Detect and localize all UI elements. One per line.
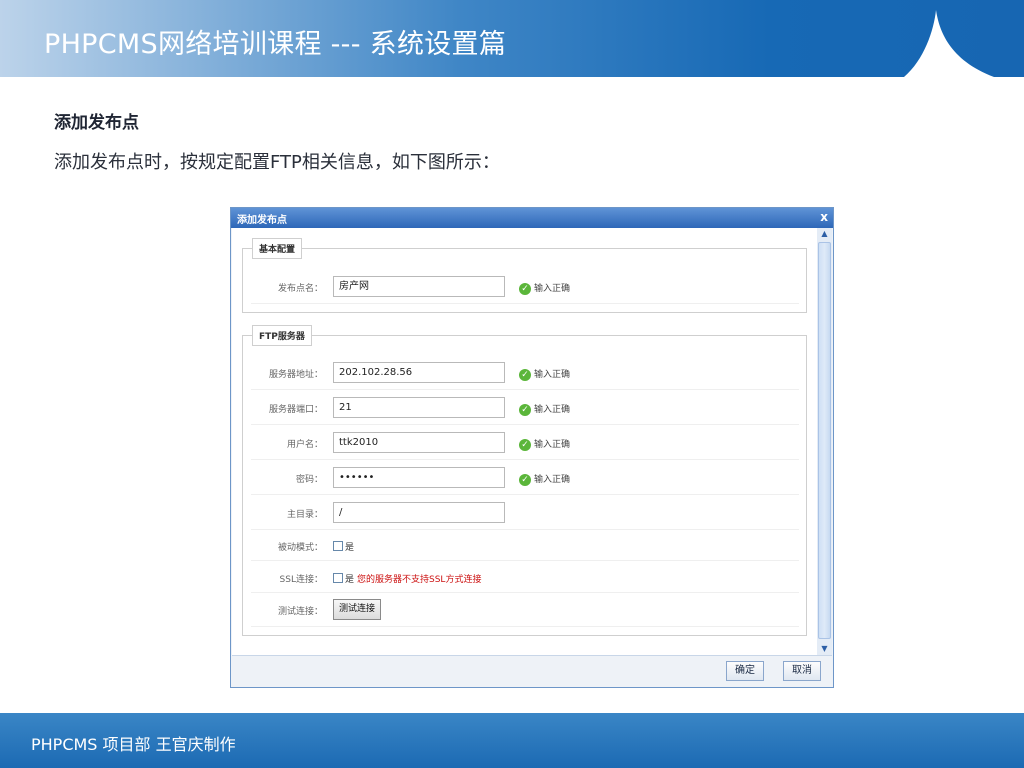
server-address-input[interactable]: 202.102.28.56 xyxy=(333,362,505,383)
passive-mode-checkbox[interactable] xyxy=(333,541,343,551)
dialog-content: 基本配置 发布点名： 房产网 ✓ 输入正确 FTP服务器 服务器地址： 202.1… xyxy=(232,228,817,655)
server-address-label: 服务器地址： xyxy=(268,370,323,380)
chevron-down-icon[interactable]: ▼ xyxy=(817,643,832,655)
status-text: 输入正确 xyxy=(534,370,571,380)
passive-mode-label: 被动模式： xyxy=(277,543,323,553)
dialog-titlebar: 添加发布点 x xyxy=(231,208,833,228)
password-status: ✓ 输入正确 xyxy=(519,472,570,486)
username-label: 用户名： xyxy=(286,440,323,450)
test-connection-button[interactable]: 测试连接 xyxy=(333,599,382,620)
ftp-server-fieldset: FTP服务器 服务器地址： 202.102.28.56 ✓ 输入正确 服务器端口：… xyxy=(242,325,807,636)
password-input[interactable]: •••••• xyxy=(333,467,505,488)
status-text: 输入正确 xyxy=(534,440,571,450)
section-heading: 添加发布点 xyxy=(54,113,139,133)
ssl-warning: 您的服务器不支持SSL方式连接 xyxy=(357,575,482,585)
cancel-button[interactable]: 取消 xyxy=(783,661,821,681)
footer-credit: PHPCMS 项目部 王官庆制作 xyxy=(31,735,236,754)
slide-header: PHPCMS网络培训课程 --- 系统设置篇 xyxy=(0,0,1024,77)
publish-name-row: 发布点名： 房产网 ✓ 输入正确 xyxy=(251,270,799,304)
server-port-input[interactable]: 21 xyxy=(333,397,505,418)
passive-mode-row: 被动模式： 是 xyxy=(251,531,799,561)
username-status: ✓ 输入正确 xyxy=(519,437,570,451)
publish-name-label: 发布点名： xyxy=(277,284,323,294)
dialog-title: 添加发布点 xyxy=(237,215,287,226)
home-dir-row: 主目录： / xyxy=(251,496,799,530)
check-circle-icon: ✓ xyxy=(519,282,531,295)
slide-footer: PHPCMS 项目部 王官庆制作 xyxy=(0,713,1024,768)
test-connection-label: 测试连接： xyxy=(277,607,323,617)
scrollbar-thumb[interactable] xyxy=(818,242,831,639)
close-icon[interactable]: x xyxy=(820,210,828,224)
status-text: 输入正确 xyxy=(534,284,571,294)
confirm-button[interactable]: 确定 xyxy=(726,661,764,681)
section-description: 添加发布点时，按规定配置FTP相关信息，如下图所示： xyxy=(54,152,500,173)
server-address-status: ✓ 输入正确 xyxy=(519,367,570,381)
check-circle-icon: ✓ xyxy=(519,403,531,416)
check-circle-icon: ✓ xyxy=(519,473,531,486)
basic-config-fieldset: 基本配置 发布点名： 房产网 ✓ 输入正确 xyxy=(242,238,807,313)
publish-name-input[interactable]: 房产网 xyxy=(333,276,505,297)
password-label: 密码： xyxy=(295,475,323,485)
username-row: 用户名： ttk2010 ✓ 输入正确 xyxy=(251,426,799,460)
status-text: 输入正确 xyxy=(534,405,571,415)
publish-name-status: ✓ 输入正确 xyxy=(519,281,570,295)
slide-title: PHPCMS网络培训课程 --- 系统设置篇 xyxy=(44,29,507,60)
status-text: 输入正确 xyxy=(534,475,571,485)
server-address-row: 服务器地址： 202.102.28.56 ✓ 输入正确 xyxy=(251,356,799,390)
ftp-server-legend: FTP服务器 xyxy=(252,325,312,346)
server-port-status: ✓ 输入正确 xyxy=(519,402,570,416)
basic-config-legend: 基本配置 xyxy=(252,238,303,259)
ssl-checkbox[interactable] xyxy=(333,573,343,583)
server-port-row: 服务器端口： 21 ✓ 输入正确 xyxy=(251,391,799,425)
add-publish-point-dialog: 添加发布点 x 基本配置 发布点名： 房产网 ✓ 输入正确 FTP服务器 服务器地… xyxy=(230,207,834,688)
chevron-up-icon[interactable]: ▲ xyxy=(817,228,832,240)
ssl-label: SSL连接： xyxy=(279,575,323,585)
server-port-label: 服务器端口： xyxy=(268,405,323,415)
home-dir-input[interactable]: / xyxy=(333,502,505,523)
home-dir-label: 主目录： xyxy=(286,510,323,520)
check-circle-icon: ✓ xyxy=(519,438,531,451)
username-input[interactable]: ttk2010 xyxy=(333,432,505,453)
check-circle-icon: ✓ xyxy=(519,368,531,381)
header-arch-decoration xyxy=(824,10,1024,77)
ssl-row: SSL连接： 是 您的服务器不支持SSL方式连接 xyxy=(251,561,799,593)
test-connection-row: 测试连接： 测试连接 xyxy=(251,593,799,627)
dialog-footer: 确定 取消 xyxy=(232,655,832,687)
passive-mode-option: 是 xyxy=(345,543,355,553)
vertical-scrollbar[interactable]: ▲ ▼ xyxy=(817,228,832,655)
ssl-option: 是 xyxy=(345,575,355,585)
password-row: 密码： •••••• ✓ 输入正确 xyxy=(251,461,799,495)
